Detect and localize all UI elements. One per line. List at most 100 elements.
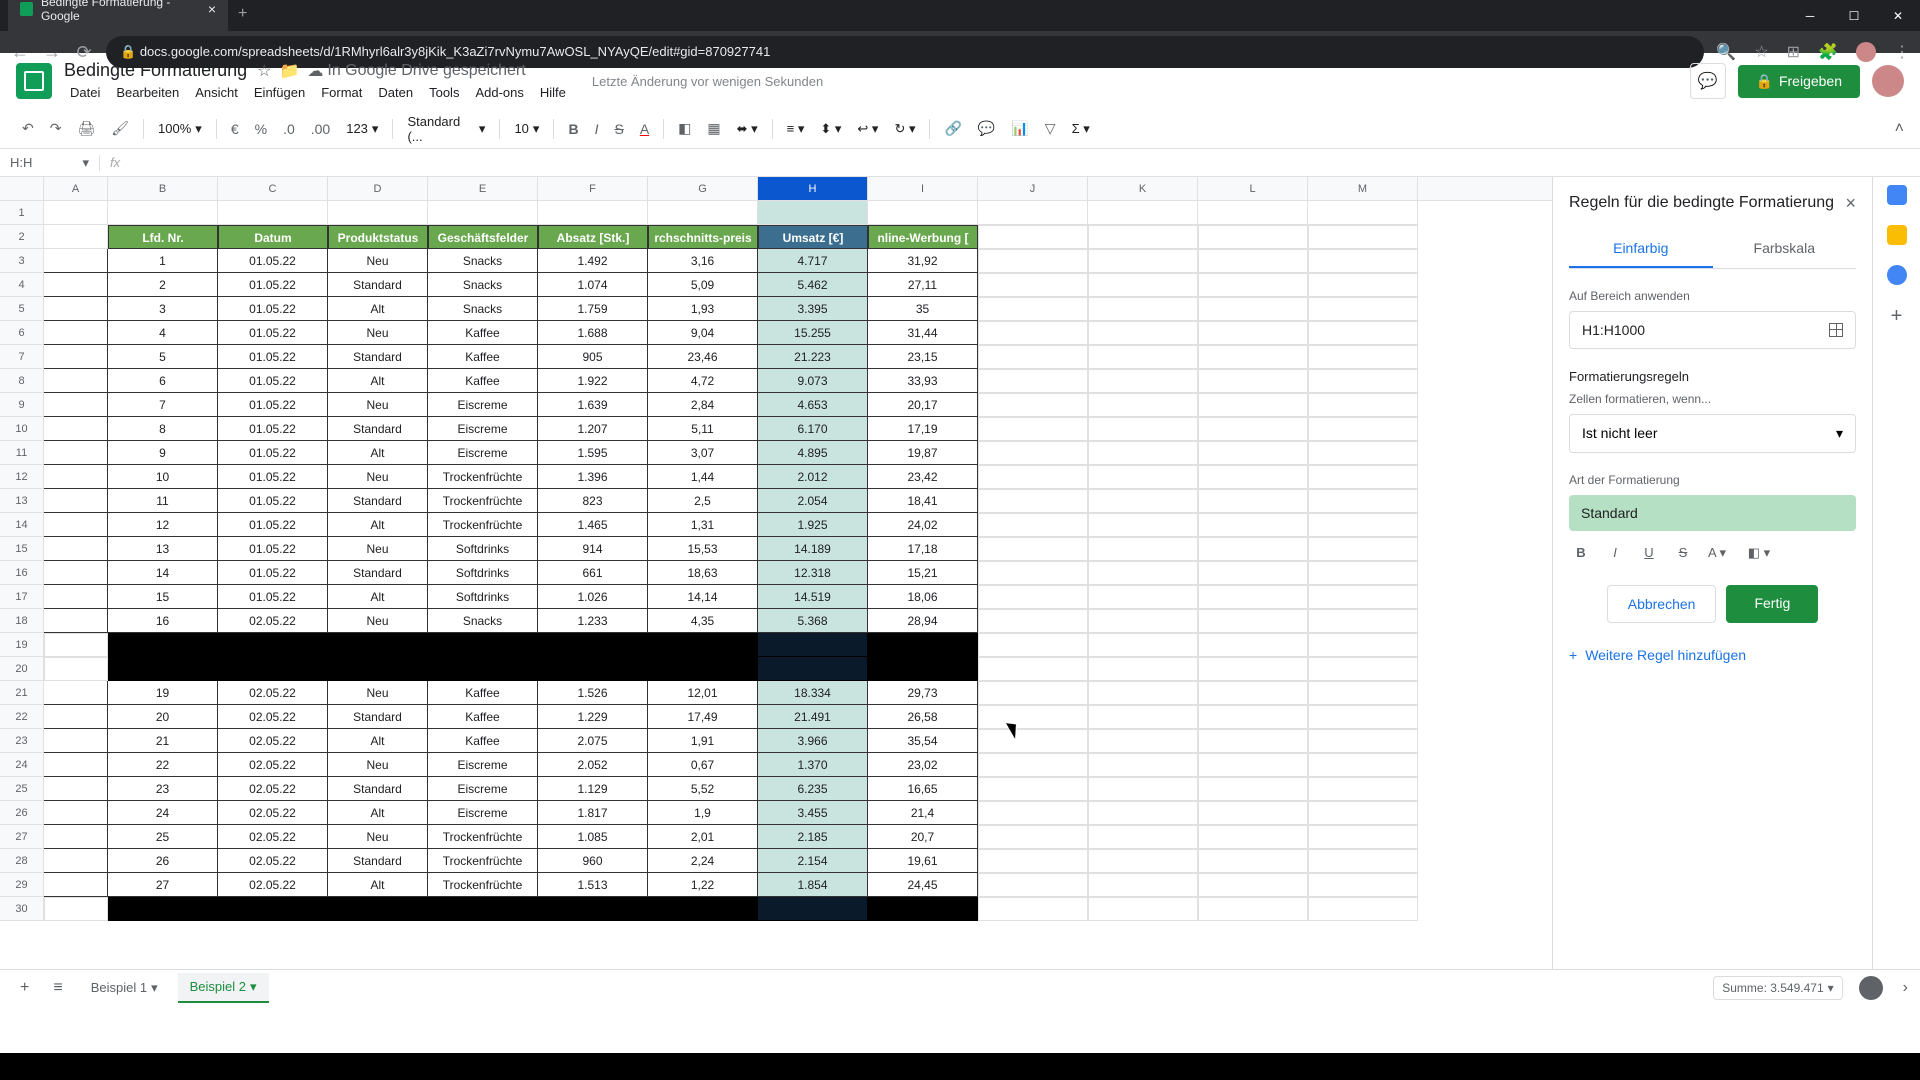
star-icon[interactable]: ☆ (257, 61, 271, 81)
comment-insert-button[interactable]: 💬 (972, 116, 1001, 141)
table-cell[interactable]: 3 (108, 297, 218, 321)
cell[interactable] (978, 537, 1088, 561)
table-cell[interactable]: 2 (108, 273, 218, 297)
table-cell[interactable]: Eiscreme (428, 801, 538, 825)
strikethrough-button[interactable]: S (608, 117, 629, 141)
table-header-cell[interactable]: Produktstatus (328, 225, 428, 249)
cell[interactable] (1088, 585, 1198, 609)
format-preview[interactable]: Standard (1569, 495, 1856, 531)
table-cell[interactable]: 19,87 (868, 441, 978, 465)
cell[interactable] (978, 249, 1088, 273)
cell[interactable] (44, 897, 108, 921)
cell[interactable] (978, 777, 1088, 801)
table-cell[interactable]: 01.05.22 (218, 489, 328, 513)
row-header[interactable]: 3 (0, 249, 44, 273)
table-cell[interactable]: 1.370 (758, 753, 868, 777)
font-dropdown[interactable]: Standard (... ▾ (401, 110, 491, 148)
cell[interactable] (1088, 201, 1198, 225)
cell[interactable] (1088, 825, 1198, 849)
cell[interactable] (1308, 297, 1418, 321)
row-header[interactable]: 4 (0, 273, 44, 297)
cell[interactable] (1198, 561, 1308, 585)
cell[interactable] (44, 249, 108, 273)
table-cell[interactable]: 1.925 (758, 513, 868, 537)
done-button[interactable]: Fertig (1726, 585, 1818, 623)
menu-datei[interactable]: Datei (64, 83, 106, 102)
cell[interactable] (44, 417, 108, 441)
table-cell[interactable]: 01.05.22 (218, 345, 328, 369)
cell[interactable] (1198, 729, 1308, 753)
menu-hilfe[interactable]: Hilfe (534, 83, 572, 102)
cell[interactable] (1088, 345, 1198, 369)
cell[interactable] (1198, 609, 1308, 633)
table-cell[interactable]: Neu (328, 681, 428, 705)
table-cell[interactable]: 15.255 (758, 321, 868, 345)
table-cell[interactable]: 15 (108, 585, 218, 609)
cell[interactable] (978, 273, 1088, 297)
column-header-F[interactable]: F (538, 177, 648, 200)
cell[interactable] (978, 369, 1088, 393)
name-box[interactable]: H:H ▾ (0, 155, 100, 171)
table-cell[interactable]: Standard (328, 777, 428, 801)
cell[interactable] (1198, 465, 1308, 489)
row-header[interactable]: 19 (0, 633, 44, 657)
table-cell[interactable] (428, 633, 538, 657)
cell[interactable] (538, 201, 648, 225)
cell[interactable] (1088, 297, 1198, 321)
table-cell[interactable]: 2,01 (648, 825, 758, 849)
table-cell[interactable]: Eiscreme (428, 753, 538, 777)
cell[interactable] (1198, 441, 1308, 465)
table-cell[interactable]: Neu (328, 321, 428, 345)
table-cell[interactable]: Alt (328, 369, 428, 393)
table-cell[interactable] (868, 897, 978, 921)
table-cell[interactable]: 10 (108, 465, 218, 489)
row-header[interactable]: 27 (0, 825, 44, 849)
cell[interactable] (978, 201, 1088, 225)
table-cell[interactable]: Trockenfrüchte (428, 489, 538, 513)
table-cell[interactable]: 01.05.22 (218, 273, 328, 297)
font-size-dropdown[interactable]: 10 ▾ (508, 117, 545, 141)
account-avatar-icon[interactable] (1872, 65, 1904, 97)
menu-format[interactable]: Format (315, 83, 368, 102)
table-cell[interactable]: 16 (108, 609, 218, 633)
strike-format-button[interactable]: S (1671, 541, 1695, 565)
table-cell[interactable]: Standard (328, 417, 428, 441)
cell[interactable] (978, 417, 1088, 441)
table-cell[interactable]: Alt (328, 729, 428, 753)
row-header[interactable]: 26 (0, 801, 44, 825)
cell[interactable] (1088, 561, 1198, 585)
table-cell[interactable] (428, 657, 538, 681)
table-cell[interactable]: 5,52 (648, 777, 758, 801)
cell[interactable] (1308, 657, 1418, 681)
table-cell[interactable]: Kaffee (428, 705, 538, 729)
paint-format-button[interactable]: 🖌 (105, 116, 135, 141)
cell[interactable] (44, 345, 108, 369)
table-header-cell[interactable]: Datum (218, 225, 328, 249)
table-cell[interactable] (758, 633, 868, 657)
collapse-side-panel-button[interactable]: › (1903, 979, 1908, 997)
table-header-cell[interactable]: Lfd. Nr. (108, 225, 218, 249)
row-header[interactable]: 30 (0, 897, 44, 921)
cell[interactable] (1308, 849, 1418, 873)
table-cell[interactable]: 33,93 (868, 369, 978, 393)
table-cell[interactable]: Alt (328, 513, 428, 537)
table-cell[interactable]: 28,94 (868, 609, 978, 633)
cell[interactable] (978, 225, 1088, 249)
cell[interactable] (1088, 897, 1198, 921)
cell[interactable] (1308, 321, 1418, 345)
table-header-cell[interactable]: Absatz [Stk.] (538, 225, 648, 249)
cell[interactable] (1198, 753, 1308, 777)
table-cell[interactable]: 01.05.22 (218, 321, 328, 345)
cell[interactable] (44, 393, 108, 417)
table-cell[interactable]: 21 (108, 729, 218, 753)
maximize-button[interactable]: ☐ (1832, 0, 1876, 31)
cell[interactable] (1308, 465, 1418, 489)
table-cell[interactable]: 18,41 (868, 489, 978, 513)
table-cell[interactable]: 20,17 (868, 393, 978, 417)
tasks-icon[interactable] (1887, 265, 1907, 285)
text-color-button[interactable]: A (634, 117, 655, 141)
cell[interactable] (648, 201, 758, 225)
cell[interactable] (1308, 513, 1418, 537)
table-cell[interactable]: 2.052 (538, 753, 648, 777)
cell[interactable] (44, 321, 108, 345)
